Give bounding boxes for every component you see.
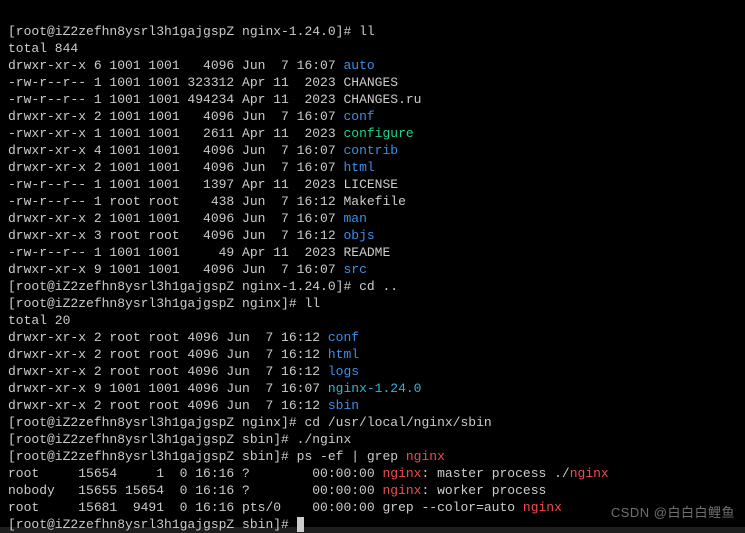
cursor[interactable] <box>297 517 305 532</box>
prompt-line: [root@iZ2zefhn8ysrl3h1gajgspZ nginx-1.24… <box>8 24 359 39</box>
total-line: total 844 <box>8 41 78 56</box>
ps-row: nobody 15655 15654 0 16:16 ? 00:00:00 <box>8 483 382 498</box>
match-nginx: nginx <box>382 466 421 481</box>
file-name: contrib <box>343 143 398 158</box>
file-name: nginx-1.24.0 <box>328 381 422 396</box>
file-name: CHANGES <box>343 75 398 90</box>
file-perms: drwxr-xr-x 2 1001 1001 4096 Jun 7 16:07 <box>8 109 343 124</box>
file-name: conf <box>343 109 374 124</box>
file-perms: -rw-r--r-- 1 1001 1001 49 Apr 11 2023 <box>8 245 343 260</box>
file-perms: -rwxr-xr-x 1 1001 1001 2611 Apr 11 2023 <box>8 126 343 141</box>
cmd-ll: ll <box>304 296 320 311</box>
file-name: logs <box>328 364 359 379</box>
file-name: LICENSE <box>343 177 398 192</box>
file-perms: drwxr-xr-x 4 1001 1001 4096 Jun 7 16:07 <box>8 143 343 158</box>
file-name: html <box>328 347 359 362</box>
ps-row: root 15681 9491 0 16:16 pts/0 00:00:00 g… <box>8 500 523 515</box>
match-nginx: nginx <box>523 500 562 515</box>
total-line: total 20 <box>8 313 70 328</box>
file-perms: drwxr-xr-x 2 root root 4096 Jun 7 16:12 <box>8 330 328 345</box>
file-name: html <box>343 160 374 175</box>
file-name: configure <box>343 126 413 141</box>
file-perms: drwxr-xr-x 9 1001 1001 4096 Jun 7 16:07 <box>8 381 328 396</box>
file-name: man <box>343 211 366 226</box>
file-perms: drwxr-xr-x 2 root root 4096 Jun 7 16:12 <box>8 364 328 379</box>
match-nginx: nginx <box>570 466 609 481</box>
file-name: CHANGES.ru <box>343 92 421 107</box>
grep-keyword: nginx <box>406 449 445 464</box>
file-perms: -rw-r--r-- 1 1001 1001 494234 Apr 11 202… <box>8 92 343 107</box>
cmd-cd-up: cd .. <box>359 279 398 294</box>
prompt-line: [root@iZ2zefhn8ysrl3h1gajgspZ sbin]# <box>8 432 297 447</box>
prompt-line: [root@iZ2zefhn8ysrl3h1gajgspZ nginx-1.24… <box>8 279 359 294</box>
terminal-window[interactable]: [root@iZ2zefhn8ysrl3h1gajgspZ nginx-1.24… <box>0 0 745 527</box>
file-perms: drwxr-xr-x 2 root root 4096 Jun 7 16:12 <box>8 347 328 362</box>
cmd-cd-sbin: cd /usr/local/nginx/sbin <box>304 415 491 430</box>
prompt-line: [root@iZ2zefhn8ysrl3h1gajgspZ nginx]# <box>8 415 304 430</box>
prompt-line: [root@iZ2zefhn8ysrl3h1gajgspZ sbin]# <box>8 449 297 464</box>
file-perms: -rw-r--r-- 1 1001 1001 1397 Apr 11 2023 <box>8 177 343 192</box>
file-perms: drwxr-xr-x 2 1001 1001 4096 Jun 7 16:07 <box>8 160 343 175</box>
ps-row: root 15654 1 0 16:16 ? 00:00:00 <box>8 466 382 481</box>
file-perms: drwxr-xr-x 3 root root 4096 Jun 7 16:12 <box>8 228 343 243</box>
file-name: README <box>343 245 390 260</box>
file-name: objs <box>343 228 374 243</box>
file-perms: drwxr-xr-x 2 1001 1001 4096 Jun 7 16:07 <box>8 211 343 226</box>
file-perms: drwxr-xr-x 9 1001 1001 4096 Jun 7 16:07 <box>8 262 343 277</box>
file-perms: -rw-r--r-- 1 root root 438 Jun 7 16:12 <box>8 194 343 209</box>
file-name: Makefile <box>343 194 405 209</box>
file-perms: -rw-r--r-- 1 1001 1001 323312 Apr 11 202… <box>8 75 343 90</box>
file-name: conf <box>328 330 359 345</box>
file-name: auto <box>343 58 374 73</box>
file-perms: drwxr-xr-x 6 1001 1001 4096 Jun 7 16:07 <box>8 58 343 73</box>
cmd-ps-grep: ps -ef | grep <box>297 449 406 464</box>
file-perms: drwxr-xr-x 2 root root 4096 Jun 7 16:12 <box>8 398 328 413</box>
prompt-line: [root@iZ2zefhn8ysrl3h1gajgspZ sbin]# <box>8 517 297 532</box>
cmd-ll: ll <box>359 24 375 39</box>
dir-listing-2: drwxr-xr-x 2 root root 4096 Jun 7 16:12 … <box>8 329 737 414</box>
dir-listing-1: drwxr-xr-x 6 1001 1001 4096 Jun 7 16:07 … <box>8 57 737 278</box>
file-name: src <box>343 262 366 277</box>
prompt-line: [root@iZ2zefhn8ysrl3h1gajgspZ nginx]# <box>8 296 304 311</box>
file-name: sbin <box>328 398 359 413</box>
cmd-start-nginx: ./nginx <box>297 432 352 447</box>
match-nginx: nginx <box>382 483 421 498</box>
